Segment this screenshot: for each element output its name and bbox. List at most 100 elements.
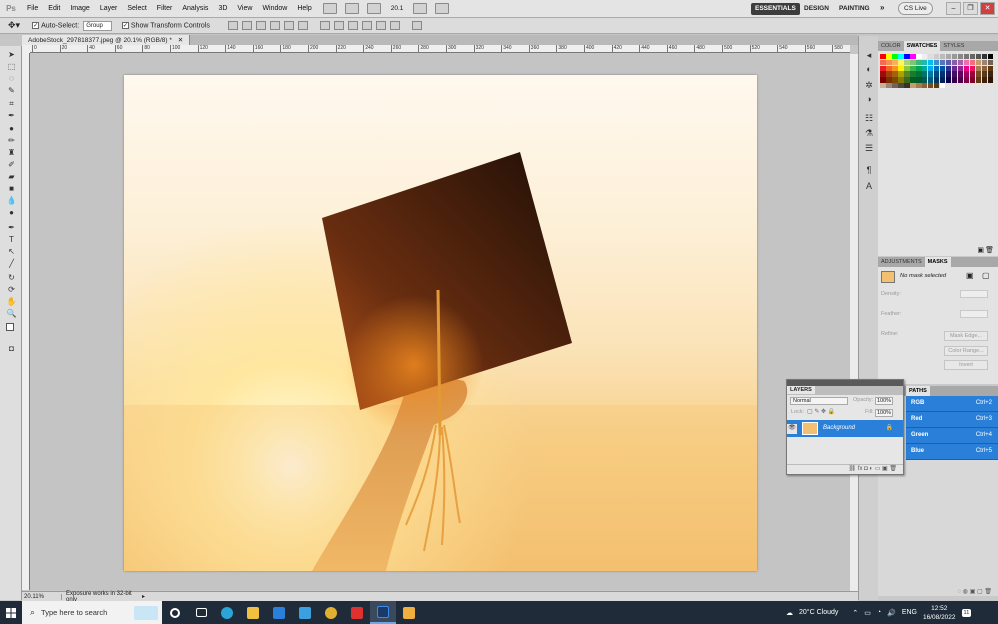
restore-button[interactable]: ❐ — [963, 2, 978, 15]
volume-icon[interactable]: 🔊 — [887, 609, 896, 617]
swatch[interactable] — [903, 54, 910, 60]
swatch[interactable] — [975, 54, 982, 60]
swatch[interactable] — [903, 71, 910, 77]
swatch[interactable] — [880, 59, 886, 66]
lock-icons[interactable]: ▢ ✎ ✥ 🔒 — [807, 408, 835, 415]
distribute-hcenter-icon[interactable] — [375, 21, 386, 30]
swatch[interactable] — [945, 71, 952, 77]
swatch[interactable] — [939, 71, 946, 77]
new-swatch-icon[interactable]: ▣ — [977, 246, 984, 254]
show-transform-checkbox[interactable]: ✓ Show Transform Controls — [121, 21, 210, 29]
swatch[interactable] — [903, 59, 910, 66]
distribute-bottom-icon[interactable] — [347, 21, 358, 30]
swatch[interactable] — [880, 65, 886, 71]
file-explorer-icon[interactable] — [240, 601, 266, 624]
hand-tool-icon[interactable]: ✋ — [6, 297, 17, 307]
swatch[interactable] — [939, 54, 946, 60]
crop-tool-icon[interactable]: ⌗ — [6, 99, 17, 109]
swatch[interactable] — [963, 65, 970, 71]
align-vcenter-icon[interactable] — [241, 21, 252, 30]
add-vector-mask-icon[interactable]: ▢ — [982, 271, 990, 280]
menu-window[interactable]: Window — [257, 5, 292, 12]
fill-input[interactable]: 100% — [875, 409, 894, 417]
tab-color[interactable]: COLOR — [878, 41, 904, 51]
swatch[interactable] — [927, 59, 934, 66]
swatch[interactable] — [885, 54, 892, 60]
swatch[interactable] — [939, 65, 946, 71]
swatch[interactable] — [933, 54, 940, 60]
quick-select-tool-icon[interactable]: ✎ — [6, 86, 17, 96]
menu-help[interactable]: Help — [292, 5, 316, 12]
swatch[interactable] — [969, 77, 976, 83]
eyedropper-tool-icon[interactable]: ✒ — [6, 111, 17, 121]
minimize-button[interactable]: – — [946, 2, 961, 15]
swatch[interactable] — [963, 71, 970, 77]
styles-panel-icon[interactable]: ◐ — [863, 63, 875, 75]
invert-button[interactable]: Invert — [944, 360, 988, 370]
swatch[interactable] — [951, 65, 958, 71]
distribute-left-icon[interactable] — [361, 21, 372, 30]
horizontal-ruler[interactable]: 0 20 40 60 80 100 120 140 160 180 200 220 240 260 280 3… — [30, 45, 850, 53]
screen-mode-icon[interactable] — [435, 3, 450, 14]
gradient-tool-icon[interactable]: ■ — [6, 184, 17, 194]
swatch[interactable] — [897, 77, 904, 83]
swatch[interactable] — [963, 77, 970, 83]
swatch[interactable] — [957, 54, 964, 60]
swatch[interactable] — [880, 77, 886, 83]
swatch[interactable] — [897, 82, 904, 89]
clone-stamp-tool-icon[interactable]: ♜ — [6, 148, 17, 158]
swatch[interactable] — [951, 77, 958, 83]
tab-paths[interactable]: PATHS — [906, 386, 930, 396]
channel-row[interactable]: Red Ctrl+3 — [906, 412, 998, 428]
swatch[interactable] — [969, 71, 976, 77]
swatch[interactable] — [885, 82, 892, 89]
swatch[interactable] — [897, 71, 904, 77]
swatch[interactable] — [951, 59, 958, 66]
quick-mask-icon[interactable]: ◘ — [6, 344, 17, 354]
foreground-background-color-icon[interactable] — [6, 323, 17, 333]
swatch[interactable] — [987, 71, 994, 77]
acrobat-icon[interactable] — [344, 601, 370, 624]
swatch[interactable] — [957, 65, 964, 71]
spot-healing-tool-icon[interactable]: ● — [6, 124, 17, 134]
shape-tool-icon[interactable]: ╱ — [6, 259, 17, 269]
channel-row[interactable]: RGB Ctrl+2 — [906, 396, 998, 412]
arrange-documents-icon[interactable] — [413, 3, 428, 14]
align-top-icon[interactable] — [227, 21, 238, 30]
swatch[interactable] — [880, 71, 886, 77]
swatch[interactable] — [921, 54, 928, 60]
blend-mode-select[interactable]: Normal — [790, 397, 848, 405]
workspace-essentials-button[interactable]: ESSENTIALS — [751, 3, 800, 15]
layer-row-background[interactable]: 👁 Background 🔒 — [787, 420, 903, 437]
guides-icon[interactable] — [366, 3, 381, 14]
visibility-eye-icon[interactable]: 👁 — [787, 424, 797, 434]
zoom-tool-icon[interactable]: 🔍 — [6, 309, 17, 319]
swatch[interactable] — [945, 59, 952, 66]
swatch[interactable] — [945, 65, 952, 71]
language-indicator[interactable]: ENG — [902, 609, 917, 616]
swatch[interactable] — [969, 65, 976, 71]
swatch[interactable] — [975, 77, 982, 83]
swatch[interactable] — [927, 71, 934, 77]
menu-file[interactable]: File — [22, 5, 43, 12]
menu-select[interactable]: Select — [122, 5, 151, 12]
swatch[interactable] — [921, 77, 928, 83]
sticky-app-icon[interactable] — [318, 601, 344, 624]
tab-styles[interactable]: STYLES — [940, 41, 967, 51]
swatch[interactable] — [909, 54, 916, 60]
menu-image[interactable]: Image — [65, 5, 94, 12]
swatch[interactable] — [897, 54, 904, 60]
swatch[interactable] — [903, 65, 910, 71]
ruler-origin[interactable] — [22, 45, 30, 53]
navigator-panel-icon[interactable]: ✲ — [863, 79, 875, 91]
mail-icon[interactable] — [266, 601, 292, 624]
character-panel-icon[interactable]: A — [863, 180, 875, 192]
swatch[interactable] — [915, 82, 922, 89]
tab-adjustments[interactable]: ADJUSTMENTS — [878, 257, 925, 267]
bridge-icon[interactable] — [322, 3, 337, 14]
tab-masks[interactable]: MASKS — [924, 257, 951, 267]
history-panel-icon[interactable]: ☷ — [863, 112, 875, 124]
swatch[interactable] — [927, 65, 934, 71]
menu-3d[interactable]: 3D — [213, 5, 232, 12]
distribute-top-icon[interactable] — [319, 21, 330, 30]
